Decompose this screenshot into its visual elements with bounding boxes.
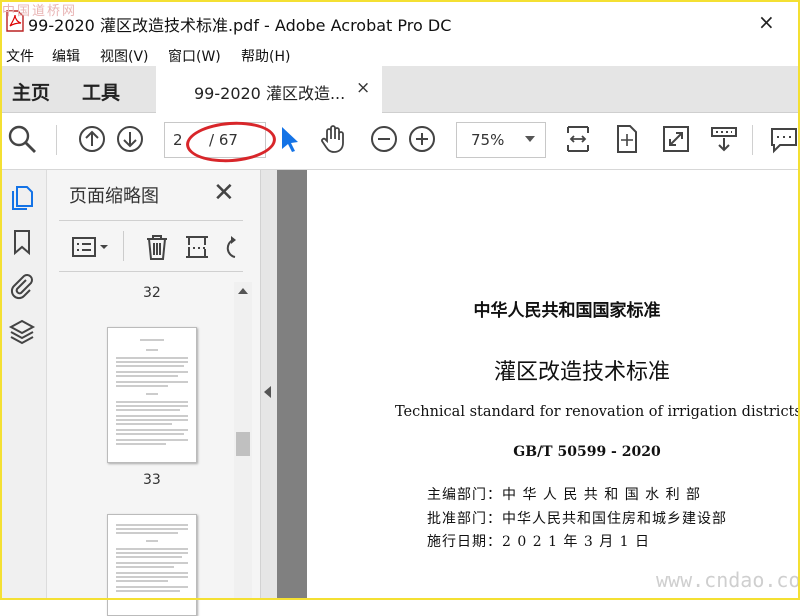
menu-edit[interactable]: 编辑 xyxy=(52,46,80,66)
delete-icon[interactable] xyxy=(143,233,171,261)
tab-tools[interactable]: 工具 xyxy=(82,78,120,105)
search-icon[interactable] xyxy=(6,123,38,155)
page-thumbnail-32[interactable] xyxy=(107,327,197,463)
thumbnails-panel: 页面缩略图 ✕ 32 33 xyxy=(47,170,261,616)
page-number-input[interactable]: 2 xyxy=(173,131,183,149)
document-viewer[interactable]: 中华人民共和国国家标准 灌区改造技术标准 Technical standard … xyxy=(277,170,800,600)
previous-page-icon[interactable] xyxy=(76,123,108,155)
title-bar: 中国道桥网 99-2020 灌区改造技术标准.pdf - Adobe Acrob… xyxy=(0,0,800,44)
doc-title: 灌区改造技术标准 xyxy=(493,360,670,385)
fit-page-icon[interactable] xyxy=(610,123,642,155)
read-mode-icon[interactable] xyxy=(708,123,740,155)
full-screen-icon[interactable] xyxy=(660,123,692,155)
tab-home[interactable]: 主页 xyxy=(12,78,50,105)
document-page: 中华人民共和国国家标准 灌区改造技术标准 Technical standard … xyxy=(307,170,800,600)
thumbnail-label: 32 xyxy=(143,285,161,301)
fit-width-icon[interactable] xyxy=(562,123,594,155)
panel-separator xyxy=(123,231,124,261)
page-thumbnail-33[interactable] xyxy=(107,514,197,616)
tab-bar: 主页 工具 99-2020 灌区改造... × xyxy=(0,66,800,113)
hand-tool-icon[interactable] xyxy=(318,123,350,155)
tab-document-label: 99-2020 灌区改造... xyxy=(194,84,346,103)
panel-title: 页面缩略图 xyxy=(69,186,159,207)
scroll-up-arrow[interactable] xyxy=(238,288,248,294)
menu-help[interactable]: 帮助(H) xyxy=(241,46,290,66)
watermark-bottom: www.cndao.com xyxy=(656,568,800,592)
menu-view[interactable]: 视图(V) xyxy=(100,46,149,66)
thumbnail-text-lines xyxy=(116,339,188,445)
panel-toolbar xyxy=(59,220,243,272)
toolbar-separator xyxy=(752,125,753,155)
toolbar-separator xyxy=(56,125,57,155)
select-cursor-icon[interactable] xyxy=(274,123,306,155)
doc-approval-dept: 批准部门：中华人民共和国住房和城乡建设部 xyxy=(427,511,727,527)
tab-close-button[interactable]: × xyxy=(356,78,370,98)
toolbar: 2 / 67 75% xyxy=(0,113,800,170)
doc-title-english: Technical standard for renovation of irr… xyxy=(395,404,800,420)
menu-file[interactable]: 文件 xyxy=(6,46,34,66)
zoom-in-icon[interactable] xyxy=(406,123,438,155)
menu-window[interactable]: 窗口(W) xyxy=(168,46,221,66)
thumbnail-scrollbar[interactable] xyxy=(234,282,252,600)
thumbnail-label: 33 xyxy=(143,472,161,488)
page-thumbnails-icon[interactable] xyxy=(8,184,36,212)
tab-document[interactable]: 99-2020 灌区改造... × xyxy=(156,66,382,113)
window-close-button[interactable]: × xyxy=(758,10,775,34)
scrollbar-thumb[interactable] xyxy=(236,432,250,456)
doc-editor-dept: 主编部门：中 华 人 民 共 和 国 水 利 部 xyxy=(427,487,702,503)
thumbnail-text-lines xyxy=(116,524,188,592)
doc-standard-header: 中华人民共和国国家标准 xyxy=(473,301,661,321)
zoom-value: 75% xyxy=(471,131,505,149)
panel-collapse-handle[interactable] xyxy=(261,170,277,600)
attachment-icon[interactable] xyxy=(8,272,36,300)
zoom-dropdown[interactable]: 75% xyxy=(456,122,546,158)
layers-icon[interactable] xyxy=(8,318,36,346)
window-title: 99-2020 灌区改造技术标准.pdf - Adobe Acrobat Pro… xyxy=(28,16,452,35)
rotate-icon[interactable] xyxy=(219,233,247,261)
comment-icon[interactable] xyxy=(768,123,800,155)
insert-page-icon[interactable] xyxy=(183,233,211,261)
zoom-out-icon[interactable] xyxy=(368,123,400,155)
panel-close-button[interactable]: ✕ xyxy=(213,178,235,208)
next-page-icon[interactable] xyxy=(114,123,146,155)
doc-effective-date: 施行日期：2 0 2 1 年 3 月 1 日 xyxy=(427,534,651,550)
doc-standard-code: GB/T 50599 - 2020 xyxy=(513,444,661,460)
bookmark-icon[interactable] xyxy=(8,228,36,256)
options-menu-icon[interactable] xyxy=(71,233,111,261)
menu-bar: 文件 编辑 视图(V) 窗口(W) 帮助(H) xyxy=(0,44,800,66)
navigation-rail xyxy=(0,170,47,600)
chevron-down-icon xyxy=(525,136,535,142)
chevron-left-icon xyxy=(264,386,271,398)
